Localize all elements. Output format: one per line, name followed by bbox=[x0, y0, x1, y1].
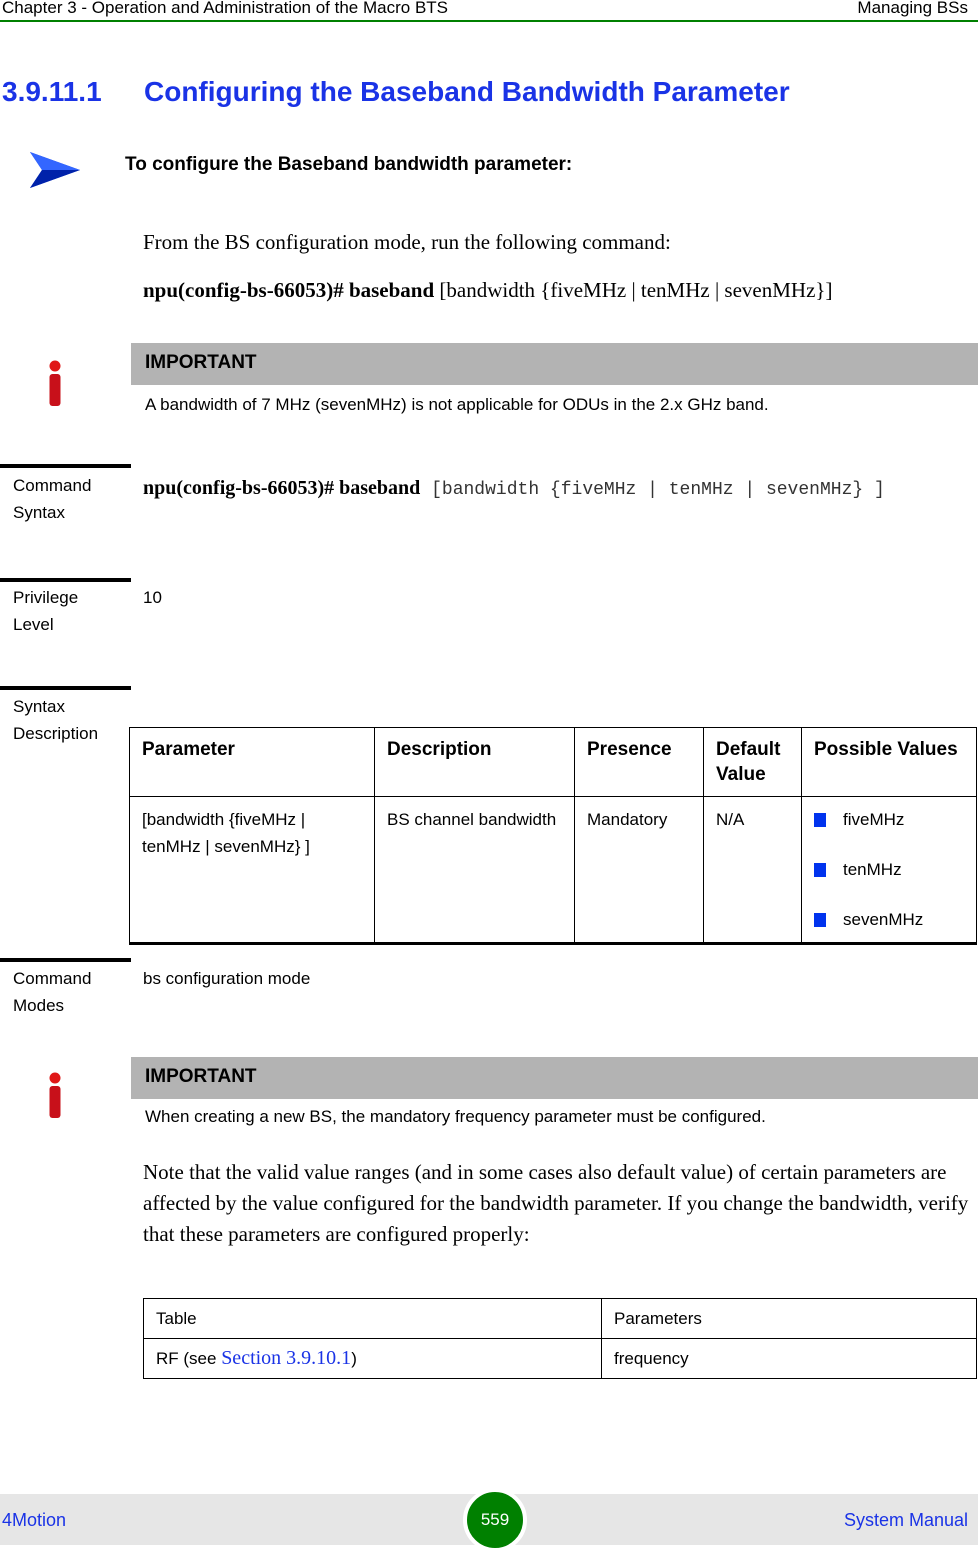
column-header: Description bbox=[374, 727, 575, 797]
table-header-row: Table Parameters bbox=[143, 1298, 977, 1339]
important-info-icon bbox=[49, 360, 61, 406]
column-header: Presence bbox=[574, 727, 704, 797]
important-note-text: A bandwidth of 7 MHz (sevenMHz) is not a… bbox=[145, 395, 769, 414]
procedure-intro: To configure the Baseband bandwidth para… bbox=[125, 154, 573, 175]
cell-parameters: frequency bbox=[601, 1338, 977, 1379]
cell-presence: Mandatory bbox=[574, 796, 704, 945]
bullet-icon bbox=[814, 812, 826, 827]
procedure-arrow-icon bbox=[30, 152, 80, 188]
important-label: IMPORTANT bbox=[145, 1066, 257, 1087]
section-rule bbox=[0, 464, 131, 468]
bullet-icon bbox=[814, 912, 826, 927]
cell-description: BS channel bandwidth bbox=[374, 796, 575, 945]
possible-value-item: sevenMHz bbox=[814, 906, 964, 933]
cell-table: RF (see Section 3.9.10.1) bbox=[143, 1338, 602, 1379]
possible-value-item: tenMHz bbox=[814, 856, 964, 883]
section-rule bbox=[0, 958, 131, 962]
important-note-bar: IMPORTANT bbox=[131, 1057, 978, 1099]
privilege-level-label: Privilege Level bbox=[13, 588, 79, 634]
bandwidth-dependent-parameters-table: Table Parameters RF (see Section 3.9.10.… bbox=[143, 1298, 977, 1379]
table-header-row: Parameter Description Presence Default V… bbox=[129, 727, 977, 797]
column-header: Default Value bbox=[703, 727, 802, 797]
section-number: 3.9.11.1 bbox=[2, 76, 102, 107]
footer-doc-title: System Manual bbox=[843, 1510, 968, 1530]
cell-possible-values: fiveMHz tenMHz sevenMHz bbox=[801, 796, 977, 945]
important-info-icon bbox=[49, 1072, 61, 1118]
cell-parameter: [bandwidth {fiveMHz | tenMHz | sevenMHz}… bbox=[129, 796, 375, 945]
syntax-description-label: Syntax Description bbox=[13, 697, 99, 743]
column-header: Table bbox=[143, 1298, 602, 1339]
section-heading: 3.9.11.1 Configuring the Baseband Bandwid… bbox=[2, 76, 790, 108]
important-label: IMPORTANT bbox=[145, 352, 257, 373]
note-paragraph: Note that the valid value ranges (and in… bbox=[143, 1160, 969, 1246]
privilege-level-value: 10 bbox=[143, 588, 162, 607]
header-rule bbox=[0, 20, 978, 22]
command-modes-label: Command Modes bbox=[13, 969, 92, 1015]
page-number-badge: 559 bbox=[463, 1488, 527, 1552]
possible-value-item: fiveMHz bbox=[814, 806, 964, 833]
command-args: [bandwidth {fiveMHz | tenMHz | sevenMHz}… bbox=[434, 278, 833, 302]
table-row: [bandwidth {fiveMHz | tenMHz | sevenMHz}… bbox=[129, 796, 977, 945]
command-modes-value: bs configuration mode bbox=[143, 969, 311, 988]
section-rule bbox=[0, 578, 131, 582]
cell-default: N/A bbox=[703, 796, 802, 945]
bullet-icon bbox=[814, 862, 826, 877]
column-header: Possible Values bbox=[801, 727, 977, 797]
running-header-section: Managing BSs bbox=[857, 0, 968, 17]
section-rule bbox=[0, 686, 131, 690]
command-bold: npu(config-bs-66053)# baseband bbox=[143, 278, 435, 302]
important-note-bar: IMPORTANT bbox=[131, 343, 978, 385]
section-link[interactable]: Section 3.9.10.1 bbox=[221, 1347, 351, 1369]
column-header: Parameters bbox=[601, 1298, 977, 1339]
syntax-description-table: Parameter Description Presence Default V… bbox=[129, 727, 977, 945]
table-row: RF (see Section 3.9.10.1) frequency bbox=[143, 1338, 977, 1379]
command-syntax-value: npu(config-bs-66053)# baseband [bandwidt… bbox=[143, 477, 885, 500]
command-syntax-label: Command Syntax bbox=[13, 476, 92, 522]
instruction-text: From the BS configuration mode, run the … bbox=[143, 230, 671, 254]
column-header: Parameter bbox=[129, 727, 375, 797]
running-header-chapter: Chapter 3 - Operation and Administration… bbox=[2, 0, 449, 17]
command-line: npu(config-bs-66053)# baseband [bandwidt… bbox=[143, 278, 832, 303]
important-note-text: When creating a new BS, the mandatory fr… bbox=[145, 1107, 766, 1126]
section-title: Configuring the Baseband Bandwidth Param… bbox=[144, 76, 790, 107]
footer-product: 4Motion bbox=[2, 1510, 67, 1530]
